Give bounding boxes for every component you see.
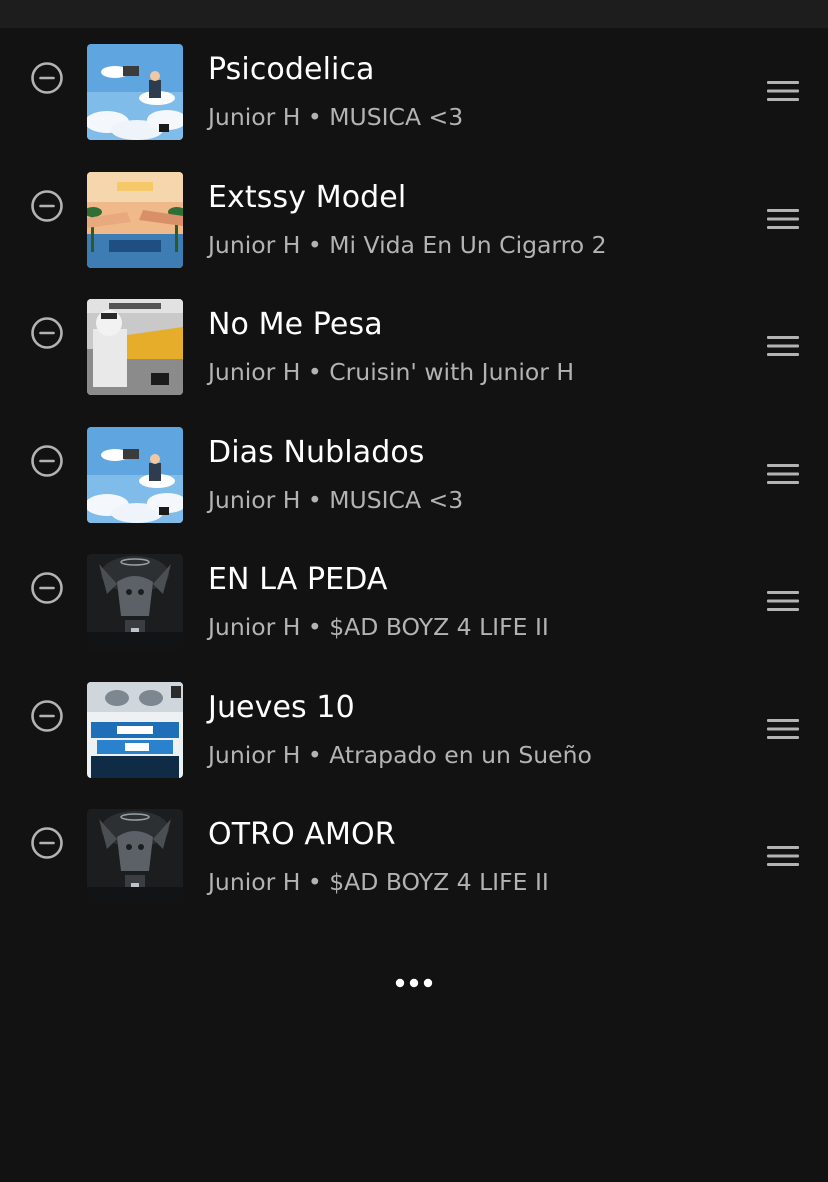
drag-handle-icon (767, 846, 799, 866)
track-row[interactable]: OTRO AMOR Junior H • $AD BOYZ 4 LIFE II (0, 793, 828, 921)
drag-handle[interactable] (762, 841, 804, 871)
remove-track-button[interactable] (30, 826, 64, 860)
minus-circle-icon (31, 189, 63, 222)
minus-circle-icon (31, 317, 63, 349)
album-cover-atrapado (87, 681, 183, 778)
album-cover-car (87, 299, 183, 395)
minus-circle-icon (31, 572, 63, 604)
more-horizontal-icon (395, 978, 433, 988)
track-title: EN LA PEDA (208, 562, 388, 597)
drag-handle[interactable] (762, 459, 804, 489)
minus-circle-icon (31, 62, 63, 94)
track-row[interactable]: Dias Nublados Junior H • MUSICA <3 (0, 411, 828, 539)
album-cover-sky (87, 426, 183, 523)
drag-handle[interactable] (762, 76, 804, 106)
track-artist-album: Junior H • Cruisin' with Junior H (208, 358, 575, 386)
minus-circle-icon (31, 827, 63, 859)
drag-handle-icon (767, 81, 799, 101)
drag-handle-icon (767, 208, 799, 229)
track-row[interactable]: EN LA PEDA Junior H • $AD BOYZ 4 LIFE II (0, 538, 828, 666)
queue-track-list: Psicodelica Junior H • MUSICA <3 Extssy … (0, 28, 828, 921)
track-row[interactable]: Extssy Model Junior H • Mi Vida En Un Ci… (0, 156, 828, 284)
remove-track-button[interactable] (30, 189, 64, 223)
remove-track-button[interactable] (30, 571, 64, 605)
remove-track-button[interactable] (30, 444, 64, 478)
top-bar (0, 0, 828, 28)
remove-track-button[interactable] (30, 61, 64, 95)
drag-handle[interactable] (762, 586, 804, 616)
track-title: Extssy Model (208, 179, 407, 215)
remove-track-button[interactable] (30, 699, 64, 733)
track-artist-album: Junior H • $AD BOYZ 4 LIFE II (208, 868, 549, 896)
track-artist-album: Junior H • MUSICA <3 (208, 485, 464, 514)
drag-handle-icon (767, 718, 799, 739)
more-options-button[interactable] (390, 970, 438, 996)
album-cover-hands (87, 171, 183, 268)
track-row[interactable]: No Me Pesa Junior H • Cruisin' with Juni… (0, 283, 828, 411)
track-title: Dias Nublados (208, 434, 425, 470)
album-cover-sky (87, 44, 183, 140)
track-artist-album: Junior H • MUSICA <3 (208, 103, 464, 131)
track-title: OTRO AMOR (208, 817, 396, 852)
album-cover-dark (87, 809, 183, 905)
drag-handle[interactable] (762, 331, 804, 361)
drag-handle[interactable] (762, 204, 804, 234)
track-row[interactable]: Jueves 10 Junior H • Atrapado en un Sueñ… (0, 666, 828, 794)
drag-handle-icon (767, 463, 799, 484)
track-artist-album: Junior H • Mi Vida En Un Cigarro 2 (208, 230, 607, 259)
remove-track-button[interactable] (30, 316, 64, 350)
track-artist-album: Junior H • $AD BOYZ 4 LIFE II (208, 613, 549, 641)
track-title: No Me Pesa (208, 307, 383, 342)
track-artist-album: Junior H • Atrapado en un Sueño (208, 740, 592, 769)
track-title: Jueves 10 (208, 689, 355, 725)
track-row[interactable]: Psicodelica Junior H • MUSICA <3 (0, 28, 828, 156)
track-title: Psicodelica (208, 52, 375, 87)
minus-circle-icon (31, 699, 63, 732)
minus-circle-icon (31, 444, 63, 477)
drag-handle[interactable] (762, 714, 804, 744)
drag-handle-icon (767, 336, 799, 356)
drag-handle-icon (767, 591, 799, 611)
album-cover-dark (87, 554, 183, 650)
